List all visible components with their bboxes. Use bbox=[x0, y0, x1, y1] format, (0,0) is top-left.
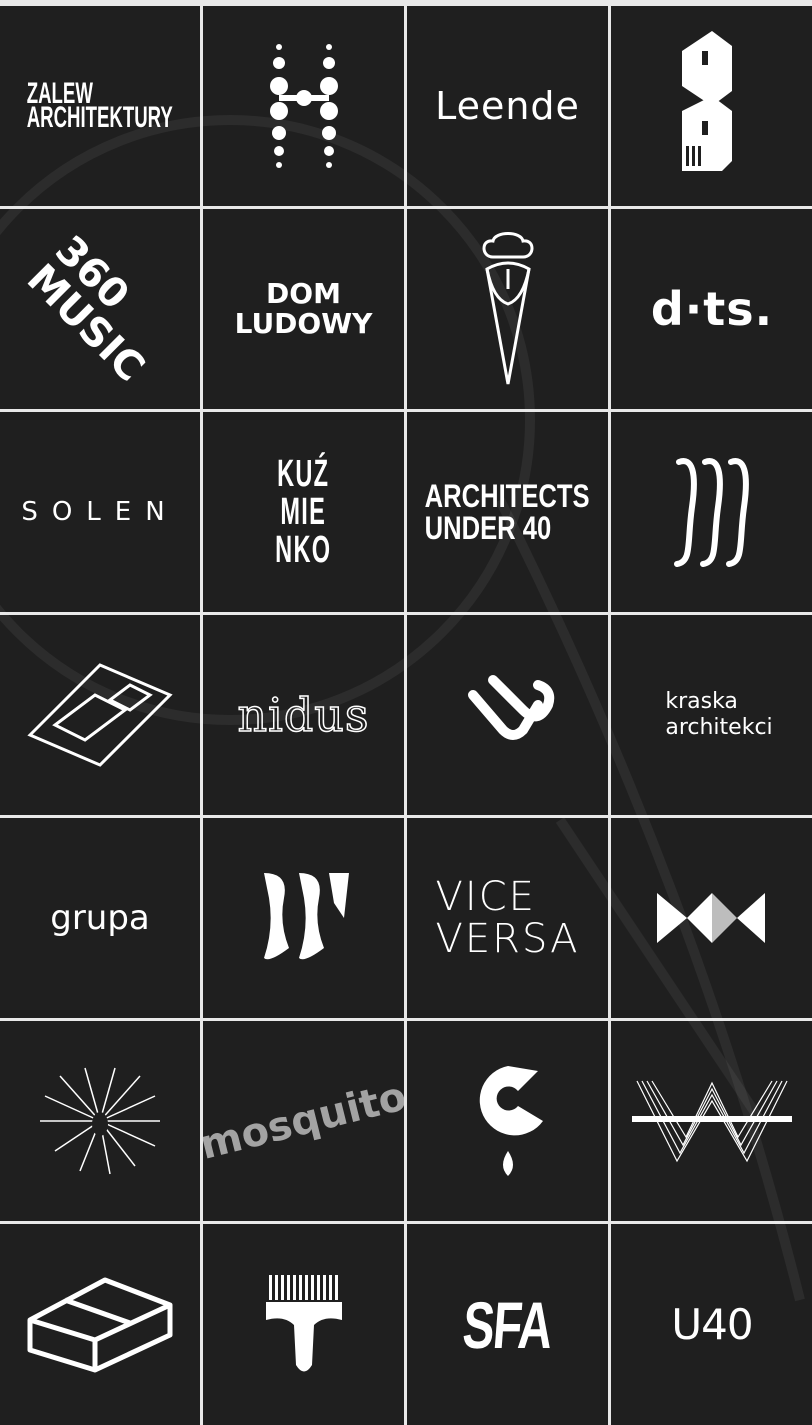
leende-logo: Leende bbox=[435, 84, 580, 128]
house-iso-icon bbox=[27, 663, 173, 767]
tile-zalew-architektury: ZALEW ARCHITEKTURY bbox=[0, 6, 200, 206]
brush-icon bbox=[265, 1274, 342, 1371]
tile-360-music: 360 MUSIC bbox=[0, 209, 200, 409]
tile-h-dots-logo bbox=[203, 6, 404, 206]
music360-logo: 360 MUSIC bbox=[18, 227, 179, 391]
tile-radial-lines-logo bbox=[0, 1021, 200, 1221]
ss-bird-icon bbox=[263, 873, 349, 960]
mk-icon bbox=[657, 893, 765, 943]
tile-brush-logo bbox=[203, 1224, 404, 1425]
tile-sss-logo bbox=[611, 412, 812, 612]
tile-house-iso-logo bbox=[0, 615, 200, 815]
h-dots-icon bbox=[269, 44, 338, 168]
viceversa-line2: VERSA bbox=[435, 916, 580, 962]
w-wave-icon bbox=[632, 1080, 792, 1163]
zalew-logo: ZALEW ARCHITEKTURY bbox=[26, 79, 174, 134]
kraska-logo: kraska architekci bbox=[651, 689, 772, 741]
tile-dts: d·ts. bbox=[611, 209, 812, 409]
tile-towers-logo bbox=[611, 6, 812, 206]
kraska-line2: architekci bbox=[665, 715, 773, 740]
au40-line1: ARCHITECTS bbox=[425, 478, 590, 514]
mosquito-logo: mosquito bbox=[203, 1073, 404, 1169]
kraska-line1: kraska bbox=[665, 689, 738, 714]
viceversa-logo: VICE VERSA bbox=[436, 876, 580, 960]
tile-architects-under-40: ARCHITECTS UNDER 40 bbox=[407, 412, 608, 612]
tile-vice-versa: VICE VERSA bbox=[407, 818, 608, 1018]
nidus-logo: nidus bbox=[237, 688, 370, 742]
tile-ss-bird-logo bbox=[203, 818, 404, 1018]
box-icon bbox=[27, 1277, 173, 1372]
logo-grid: ZALEW ARCHITEKTURY Leende 360 MUSIC DOM … bbox=[0, 0, 812, 1425]
viceversa-line1: VICE bbox=[435, 874, 536, 920]
tile-u-loop-logo bbox=[407, 615, 608, 815]
chef-carrot-icon bbox=[482, 232, 533, 385]
tile-dom-ludowy: DOM LUDOWY bbox=[203, 209, 404, 409]
tile-w-wave-logo bbox=[611, 1021, 812, 1221]
tile-grupa: grupa bbox=[0, 818, 200, 1018]
u40-logo: U40 bbox=[671, 1299, 753, 1349]
tile-chef-carrot bbox=[407, 209, 608, 409]
tile-box-logo bbox=[0, 1224, 200, 1425]
domludowy-logo: DOM LUDOWY bbox=[235, 279, 373, 339]
tile-kraska-architekci: kraska architekci bbox=[611, 615, 812, 815]
au40-line2: UNDER 40 bbox=[425, 510, 552, 546]
sfa-logo: SFA bbox=[460, 1287, 555, 1362]
tile-solen: SOLEN bbox=[0, 412, 200, 612]
grupa-logo: grupa bbox=[50, 898, 150, 938]
solen-logo: SOLEN bbox=[21, 497, 179, 527]
dts-logo: d·ts. bbox=[650, 282, 774, 336]
radial-lines-icon bbox=[40, 1067, 160, 1175]
kuzmienko-line3: NKO bbox=[275, 529, 332, 571]
u-loop-icon bbox=[467, 675, 554, 740]
tile-c-drop-logo bbox=[407, 1021, 608, 1221]
domludowy-line2: LUDOWY bbox=[234, 307, 373, 340]
sss-icon bbox=[674, 458, 749, 567]
tile-nidus: nidus bbox=[203, 615, 404, 815]
towers-icon bbox=[682, 31, 732, 171]
tile-u40: U40 bbox=[611, 1224, 812, 1425]
kuzmienko-line1: KUŹ bbox=[277, 453, 330, 495]
tile-leende: Leende bbox=[407, 6, 608, 206]
au40-logo: ARCHITECTS UNDER 40 bbox=[425, 480, 590, 544]
domludowy-line1: DOM bbox=[266, 277, 341, 310]
tile-mk-logo bbox=[611, 818, 812, 1018]
zalew-line2: ARCHITEKTURY bbox=[26, 101, 174, 134]
kuzmienko-logo: KUŹ MIE NKO bbox=[275, 455, 331, 569]
tile-mosquito: mosquito bbox=[203, 1021, 404, 1221]
kuzmienko-line2: MIE bbox=[280, 491, 327, 533]
tile-sfa: SFA bbox=[407, 1224, 608, 1425]
tile-kuzmienko: KUŹ MIE NKO bbox=[203, 412, 404, 612]
c-drop-icon bbox=[479, 1066, 543, 1176]
